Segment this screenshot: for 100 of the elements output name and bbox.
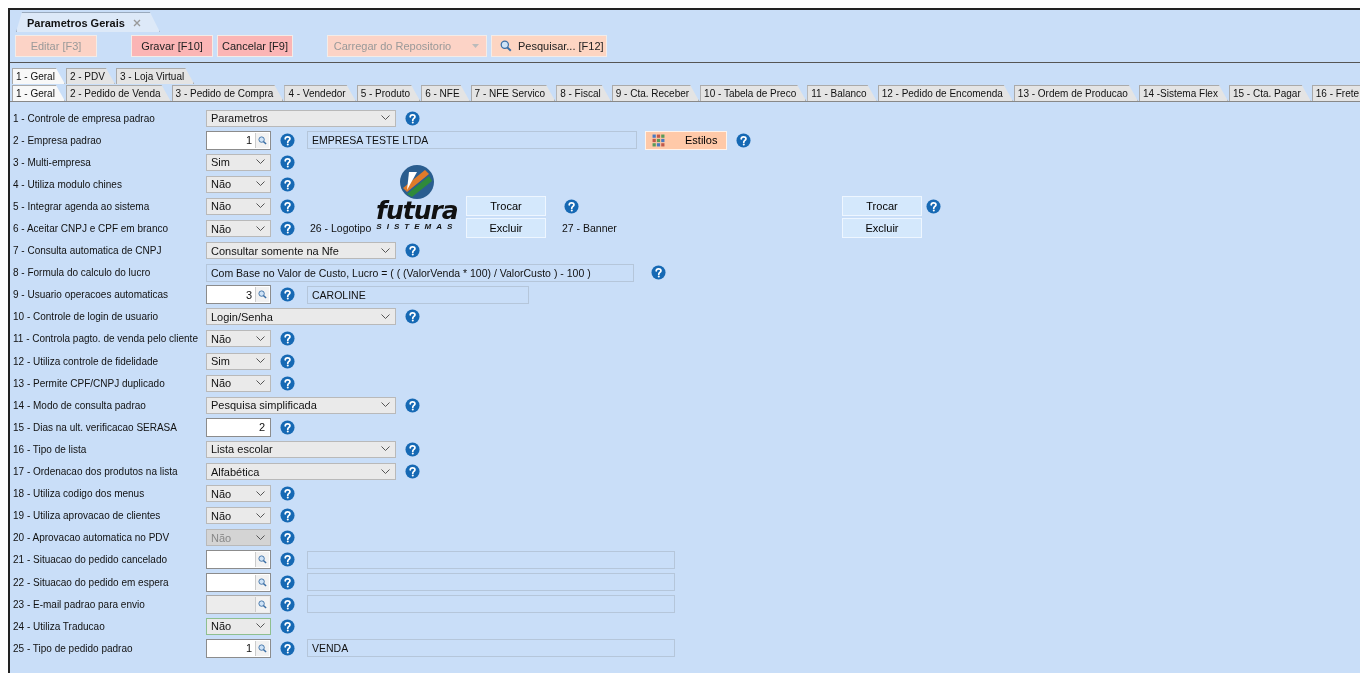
dropdown[interactable]: Sim [206,153,271,171]
dropdown[interactable]: Não [206,330,271,348]
help-icon[interactable] [280,176,295,192]
field-label: 23 - E-mail padrao para envio [13,598,146,610]
number-field[interactable]: 2 [206,417,271,437]
help-icon[interactable] [280,552,295,568]
help-icon[interactable] [926,198,941,214]
field-label: 26 - Logotipo [309,222,373,235]
help-icon[interactable] [405,397,420,413]
field-label: 4 - Utiliza modulo chines [13,178,123,190]
help-icon[interactable] [405,464,420,480]
lookup-field[interactable]: 1 [206,638,271,658]
tab[interactable]: 15 - Cta. Pagar [1228,85,1311,101]
help-icon[interactable] [280,375,295,391]
dropdown[interactable]: Não [206,175,271,193]
tab[interactable]: 3 - Pedido de Compra [171,85,284,101]
lookup-field[interactable] [206,572,271,592]
tab[interactable]: 6 - NFE [421,85,470,101]
dropdown[interactable]: Sim [206,352,271,370]
lookup-button[interactable] [255,574,269,590]
lookup-field[interactable]: 3 [206,285,271,305]
tab[interactable]: 13 - Ordem de Producao [1013,85,1138,101]
tab[interactable]: 10 - Tabela de Preco [700,85,807,101]
field-label: 2 - Empresa padrao [13,134,103,146]
image-button[interactable]: Trocar [466,196,546,217]
caret-icon [256,623,265,630]
help-icon[interactable] [280,331,295,347]
tab[interactable]: 1 - Geral [12,68,65,84]
dropdown[interactable]: Não [206,197,271,215]
help-icon[interactable] [280,640,295,656]
help-icon[interactable] [280,353,295,369]
help-icon[interactable] [405,110,420,126]
field-label: 3 - Multi-empresa [13,156,92,168]
lookup-button[interactable] [255,552,269,568]
help-icon[interactable] [280,287,295,303]
tab[interactable]: 2 - Pedido de Venda [65,85,171,101]
help-icon[interactable] [405,243,420,259]
dropdown[interactable]: Consultar somente na Nfe [206,242,396,260]
tab[interactable]: 16 - Frete [1311,85,1360,101]
help-icon[interactable] [280,486,295,502]
help-icon[interactable] [280,508,295,524]
dropdown[interactable]: Não [206,507,271,525]
image-button[interactable]: Excluir [842,218,922,239]
caret-icon [381,313,390,320]
dropdown[interactable]: Não [206,485,271,503]
help-icon[interactable] [280,574,295,590]
styles-button[interactable]: Estilos [645,130,727,150]
image-button[interactable]: Trocar [842,196,922,217]
search-button[interactable]: Pesquisar... [F12] [491,35,607,57]
help-icon[interactable] [280,618,295,634]
lookup-button[interactable] [255,287,269,303]
help-icon[interactable] [280,154,295,170]
caret-icon [256,490,265,497]
help-icon[interactable] [280,419,295,435]
toolbar-button[interactable]: Gravar [F10] [131,35,213,57]
field-label: 10 - Controle de login de usuario [13,311,160,323]
toolbar-button[interactable]: Cancelar [F9] [217,35,293,57]
dropdown[interactable]: Não [206,617,271,635]
tab[interactable]: 3 - Loja Virtual [115,68,195,84]
help-icon[interactable] [280,596,295,612]
dropdown[interactable]: Pesquisa simplificada [206,396,396,414]
help-icon[interactable] [280,530,295,546]
field-label: 5 - Integrar agenda ao sistema [13,200,151,212]
tab[interactable]: 12 - Pedido de Encomenda [877,85,1013,101]
dropdown[interactable]: Não [206,220,271,237]
tab[interactable]: 5 - Produto [356,85,421,101]
tab[interactable]: 4 - Vendedor [284,85,356,101]
dropdown[interactable]: Lista escolar [206,440,396,458]
field-label: 21 - Situacao do pedido cancelado [13,554,168,566]
document-tab[interactable]: Parametros Gerais [16,12,160,32]
help-icon[interactable] [736,132,751,148]
tab[interactable]: 11 - Balanco [807,85,877,101]
tab[interactable]: 1 - Geral [12,85,65,101]
help-icon[interactable] [405,441,420,457]
dropdown[interactable]: Alfabética [206,463,396,481]
lookup-button[interactable] [255,132,269,148]
tab[interactable]: 7 - NFE Servico [470,85,556,101]
tab[interactable]: 8 - Fiscal [556,85,611,101]
field-label: 25 - Tipo de pedido padrao [13,642,134,654]
tab[interactable]: 2 - PDV [65,68,115,84]
search-icon [500,40,512,52]
dropdown[interactable]: Não [206,374,271,392]
description-field: VENDA [307,639,675,658]
tab[interactable]: 9 - Cta. Receber [611,85,700,101]
lookup-field[interactable] [206,550,271,570]
help-icon[interactable] [280,132,295,148]
help-icon[interactable] [405,309,420,325]
dropdown[interactable]: Login/Senha [206,308,396,326]
dropdown[interactable]: Parametros [206,109,396,127]
help-icon[interactable] [280,198,295,214]
caret-icon [256,380,265,387]
field-label: 9 - Usuario operacoes automaticas [13,289,170,301]
help-icon[interactable] [651,265,666,281]
caret-icon [256,358,265,365]
help-icon[interactable] [280,221,295,236]
tab[interactable]: 14 -Sistema Flex [1138,85,1228,101]
lookup-field[interactable]: 1 [206,130,271,150]
help-icon[interactable] [564,198,579,214]
image-button[interactable]: Excluir [466,218,546,239]
lookup-button[interactable] [255,640,269,656]
